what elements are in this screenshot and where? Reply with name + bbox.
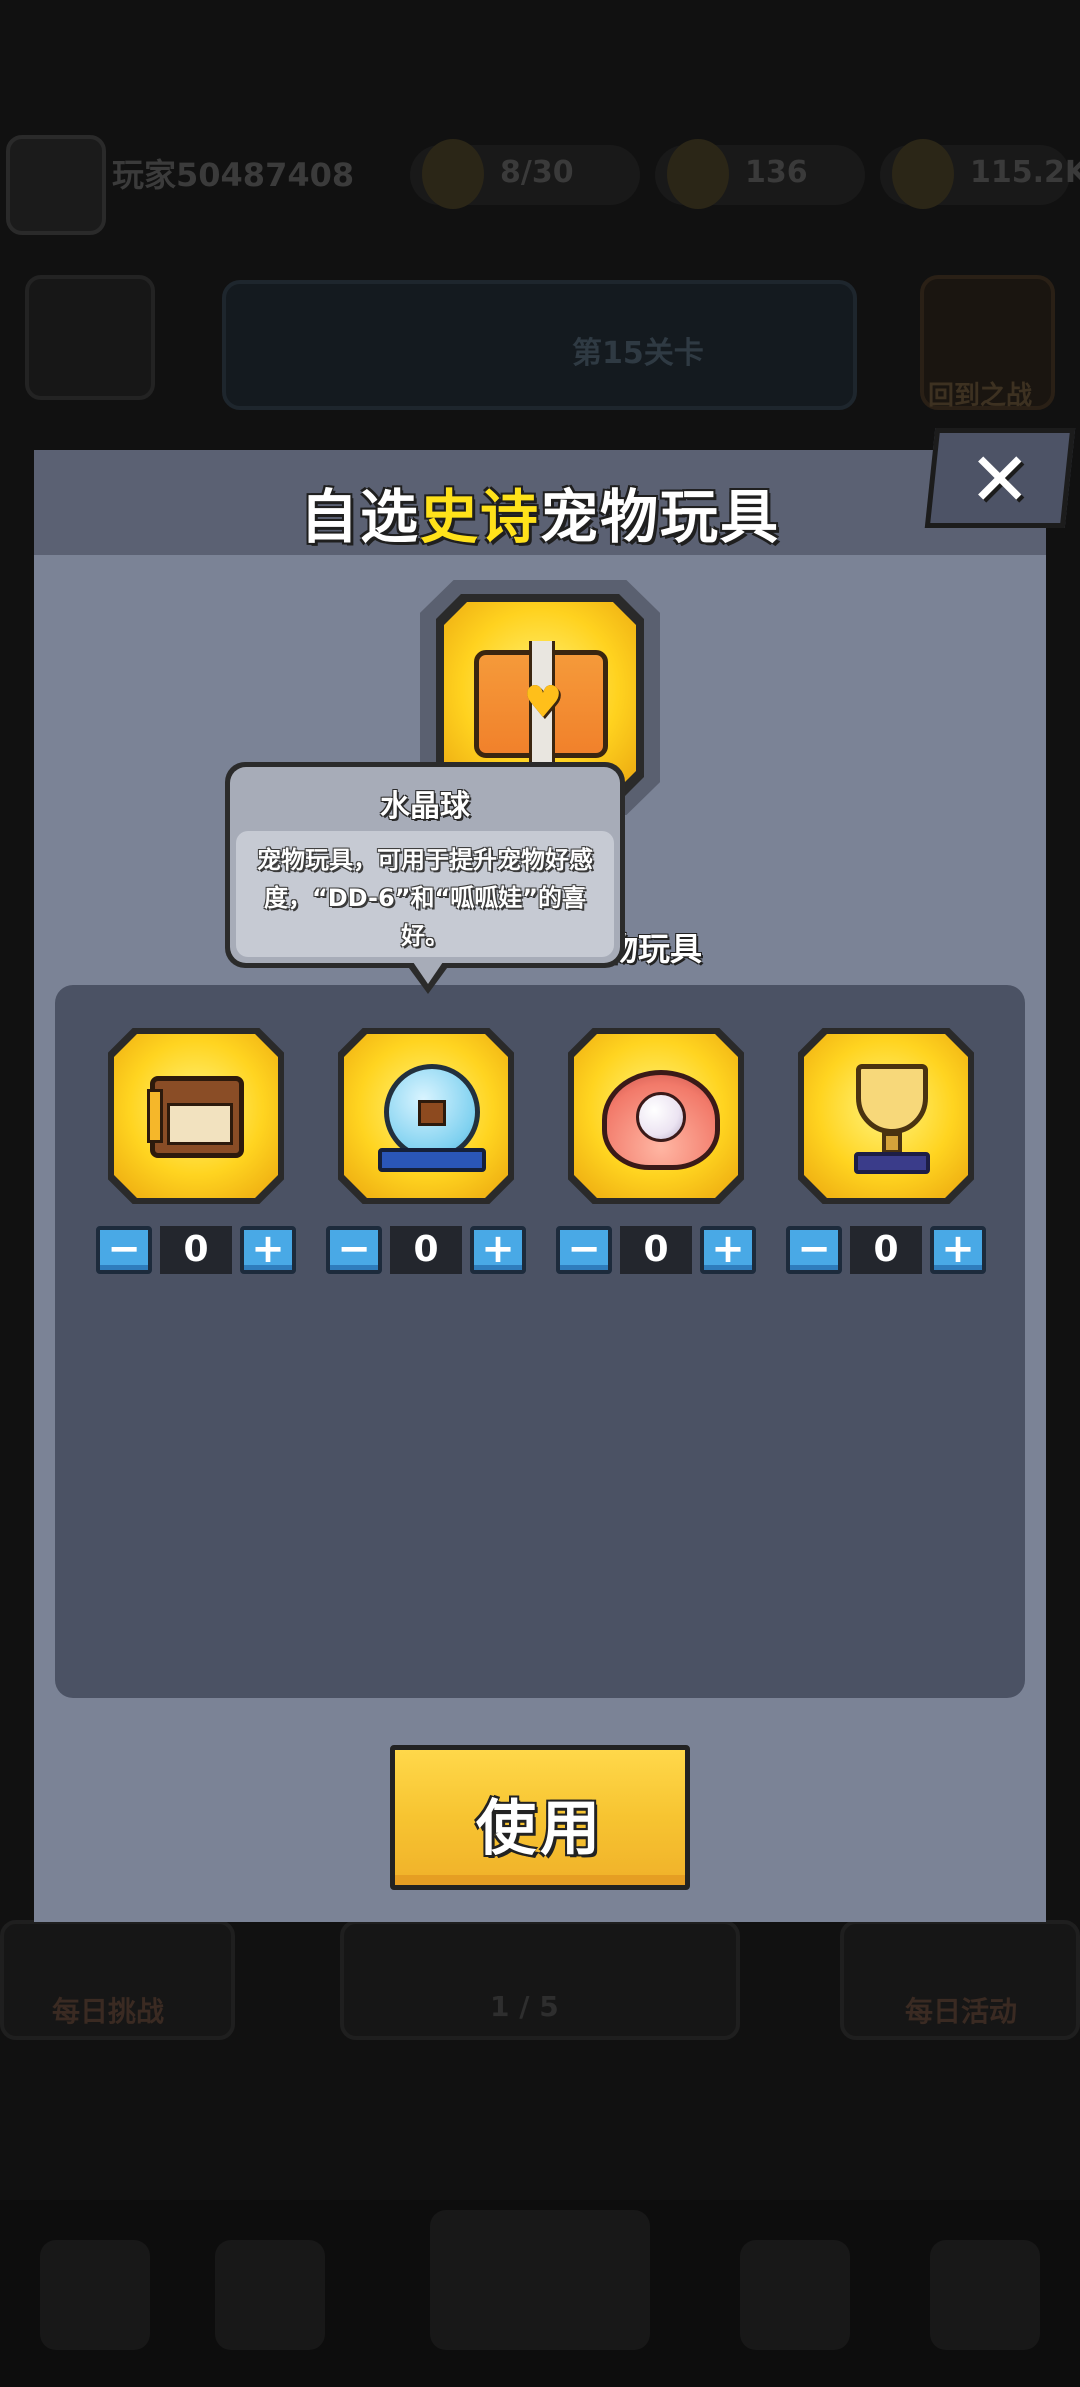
toy-option-pearl-shell: − 0 + [556, 1028, 756, 1276]
banner-text: 第15关卡 [572, 336, 704, 371]
menu-button [25, 275, 155, 400]
tooltip-body: 水晶球 宠物玩具，可用于提升宠物好感度，“DD-6”和“呱呱娃”的喜好。 [230, 767, 620, 963]
quantity-value: 0 [160, 1226, 232, 1274]
gem-icon [667, 139, 729, 209]
nav-pets-icon [215, 2240, 325, 2350]
globe-base [378, 1148, 486, 1172]
dialog-title: 自选史诗宠物玩具 [34, 470, 1046, 554]
quantity-value: 0 [620, 1226, 692, 1274]
tooltip-pointer-fill [413, 962, 443, 984]
player-avatar [6, 135, 106, 235]
cabin-icon [418, 1100, 446, 1126]
title-suffix: 宠物玩具 [540, 483, 781, 551]
center-card-value: 1 / 5 [490, 1990, 559, 2023]
quantity-stepper: − 0 + [556, 1226, 756, 1276]
item-tooltip: 水晶球 宠物玩具，可用于提升宠物好感度，“DD-6”和“呱呱娃”的喜好。 [225, 762, 625, 968]
title-prefix: 自选 [299, 483, 420, 551]
close-icon: ✕ [968, 437, 1031, 523]
toy-option-snow-globe: − 0 + [326, 1028, 526, 1276]
use-button-label: 使用 [476, 1794, 604, 1864]
trophy-base [854, 1152, 930, 1174]
nav-shop-icon [40, 2240, 150, 2350]
quantity-stepper: − 0 + [326, 1226, 526, 1276]
daily-challenge-label: 每日挑战 [52, 1995, 165, 2028]
title-highlight: 史诗 [419, 483, 540, 551]
toy-tile[interactable] [108, 1028, 284, 1204]
gem-value: 136 [745, 155, 808, 190]
plus-button[interactable]: + [470, 1226, 526, 1274]
coin-icon [892, 139, 954, 209]
coin-value: 115.2K [970, 155, 1080, 190]
plus-button[interactable]: + [700, 1226, 756, 1274]
plus-button[interactable]: + [930, 1226, 986, 1274]
quantity-value: 0 [390, 1226, 462, 1274]
pearl-icon [636, 1092, 686, 1142]
quantity-stepper: − 0 + [786, 1226, 986, 1276]
tooltip-description: 宠物玩具，可用于提升宠物好感度，“DD-6”和“呱呱娃”的喜好。 [236, 831, 614, 957]
stage-banner [222, 280, 857, 410]
player-name: 玩家50487408 [112, 156, 355, 194]
nav-guild-icon [930, 2240, 1040, 2350]
quantity-stepper: − 0 + [96, 1226, 296, 1276]
energy-stat: 8/30 [410, 139, 640, 209]
toy-tile[interactable] [798, 1028, 974, 1204]
nav-battle-icon [430, 2210, 650, 2350]
quantity-value: 0 [850, 1226, 922, 1274]
tooltip-title: 水晶球 [380, 789, 470, 824]
trophy-stem [882, 1132, 902, 1154]
toy-tile[interactable] [568, 1028, 744, 1204]
minus-button[interactable]: − [326, 1226, 382, 1274]
energy-value: 8/30 [500, 155, 574, 190]
close-button[interactable]: ✕ [924, 428, 1076, 528]
heart-icon: ♥ [523, 677, 563, 728]
toy-tile[interactable] [338, 1028, 514, 1204]
minus-button[interactable]: − [556, 1226, 612, 1274]
minus-button[interactable]: − [786, 1226, 842, 1274]
energy-icon [422, 139, 484, 209]
music-box-chest-icon [147, 1076, 244, 1158]
minus-button[interactable]: − [96, 1226, 152, 1274]
right-event-label: 回到之战 [928, 381, 1033, 411]
dialog-header: 自选史诗宠物玩具 [34, 450, 1046, 555]
nav-upgrade-icon [740, 2240, 850, 2350]
toy-option-music-box: − 0 + [96, 1028, 296, 1276]
toy-option-golden-trophy: − 0 + [786, 1028, 986, 1276]
plus-button[interactable]: + [240, 1226, 296, 1274]
use-button[interactable]: 使用 [390, 1745, 690, 1890]
golden-trophy-icon [856, 1064, 928, 1134]
gem-stat: 136 [655, 139, 865, 209]
coin-stat: 115.2K [880, 139, 1080, 209]
daily-event-label: 每日活动 [905, 1995, 1018, 2028]
heart-chest-icon: ♥ [474, 641, 608, 771]
